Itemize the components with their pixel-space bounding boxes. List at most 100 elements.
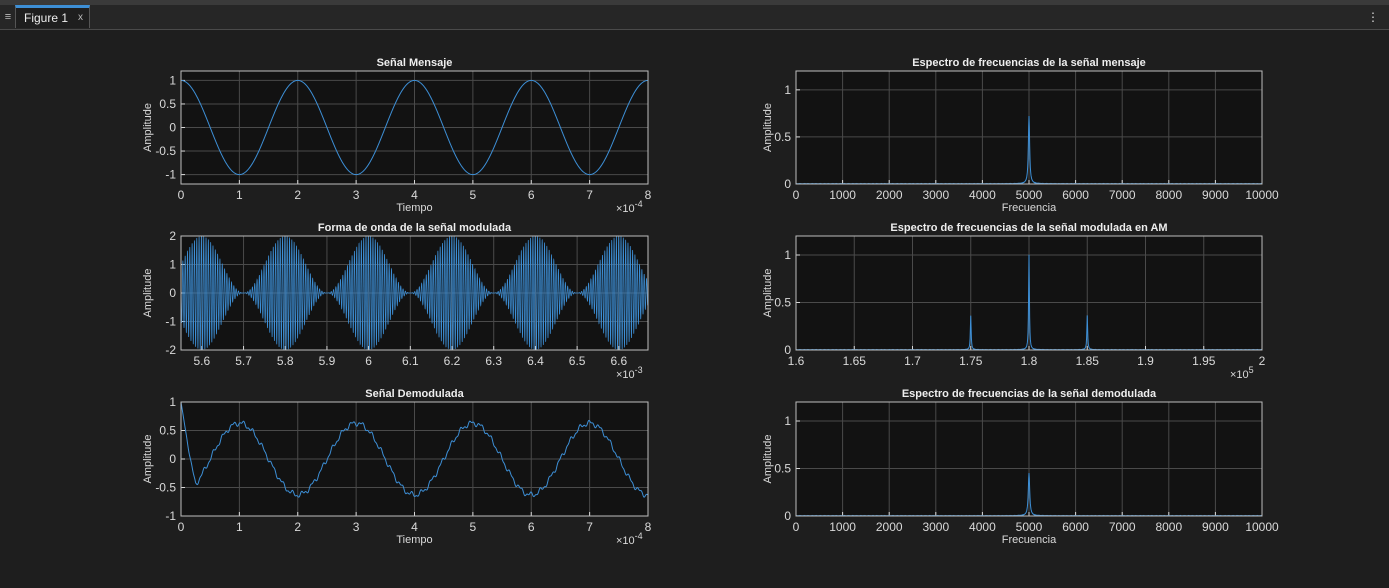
x-tick-label: 7000 [1109,520,1136,534]
y-tick-label: -1 [165,168,176,182]
x-tick-label: 7000 [1109,188,1136,202]
y-axis-label: Amplitude [142,435,154,484]
x-tick-label: 4 [411,520,418,534]
x-tick-label: 2 [294,520,301,534]
y-tick-label: 0 [784,343,791,357]
y-axis-label: Amplitude [762,103,774,152]
x-tick-label: 0 [793,520,800,534]
x-tick-label: 5.9 [319,354,336,368]
subplot-p3: 5.6 5.7 5.8 5.9 6 6.1 6.2 6.3 6.4 6.5 6.6 -2 -1 0 1 2 Fo… [142,222,649,381]
x-tick-label: 4000 [969,188,996,202]
x-tick-label: 3 [353,188,360,202]
x-tick-label: 10000 [1245,188,1279,202]
subplot-p4: 1.6 1.65 1.7 1.75 1.8 1.85 1.9 1.95 200.51Espect… [762,222,1266,381]
x-tick-label: 2000 [876,520,903,534]
x-tick-label: 3000 [922,188,949,202]
y-tick-label: 0 [784,177,791,191]
y-tick-label: 1 [169,73,176,87]
x-tick-label: 7 [586,188,593,202]
subplot-title: Espectro de frecuencias de la señal demo… [902,388,1157,400]
x-tick-label: 1 [236,188,243,202]
x-tick-label: 5.6 [194,354,211,368]
x-tick-label: 3000 [922,520,949,534]
x-tick-label: 0 [178,520,185,534]
y-tick-label: 2 [169,229,176,243]
x-tick-label: 3 [353,520,360,534]
x-tick-label: 5 [470,520,477,534]
y-tick-label: 1 [169,258,176,272]
subplot-p1: 0 1 2 3 4 5 6 7 8 -1 -0.5 0 0.5 1 Señal Mensaje Tiempo A… [142,57,652,215]
x-tick-label: 7 [586,520,593,534]
tab-menu-icon[interactable]: ≡ [2,8,14,26]
subplot-p5: 0 1 2 3 4 5 6 7 8 -1 -0.5 0 0.5 1 Señal Demodulada Tiem… [142,388,652,547]
x-axis-label: Tiempo [396,534,432,546]
subplot-title: Señal Demodulada [365,388,464,400]
x-tick-label: 6 [365,354,372,368]
x-tick-label: 0 [793,188,800,202]
x-tick-label: 5000 [1016,520,1043,534]
x-tick-label: 1.75 [959,354,983,368]
exponent-base: ×10 [616,203,635,215]
x-axis-label: Tiempo [396,202,432,214]
y-tick-label: 0 [169,121,176,135]
y-axis-label: Amplitude [142,103,154,152]
x-tick-label: 1000 [829,188,856,202]
y-tick-label: 0.5 [159,97,176,111]
y-tick-label: 1 [784,83,791,97]
x-tick-label: 4 [411,188,418,202]
y-tick-label: -0.5 [155,144,176,158]
x-tick-label: 6 [528,520,535,534]
exponent-power: -3 [635,365,643,375]
y-tick-label: 0.5 [774,130,791,144]
exponent-power: 5 [1249,365,1254,375]
x-tick-label: 8000 [1155,520,1182,534]
x-tick-label: 1.7 [904,354,921,368]
exponent-power: -4 [635,531,643,541]
y-tick-label: -1 [165,509,176,523]
x-tick-label: 6.3 [485,354,502,368]
y-axis-label: Amplitude [142,269,154,318]
subplot-p2: 0 1000 2000 3000 4000 5000 6000 7000 8000 9000 100… [762,57,1279,214]
tab-figure-1[interactable]: Figure 1 x [15,5,90,28]
y-tick-label: 1 [784,248,791,262]
x-tick-label: 6.5 [569,354,586,368]
subplot-title: Forma de onda de la señal modulada [318,222,512,234]
x-tick-label: 5.8 [277,354,294,368]
x-tick-label: 9000 [1202,188,1229,202]
x-tick-label: 8 [645,520,652,534]
x-tick-label: 1 [236,520,243,534]
figure-svg: 0 1 2 3 4 5 6 7 8 -1 -0.5 0 0.5 1 Señal Mensaje Tiempo A… [142,57,1279,547]
x-tick-label: 5.7 [235,354,252,368]
x-tick-label: 1.65 [843,354,867,368]
x-tick-label: 9000 [1202,520,1229,534]
x-tick-label: 1.9 [1137,354,1154,368]
subplot-title: Espectro de frecuencias de la señal mens… [912,57,1146,69]
y-tick-label: 0 [784,509,791,523]
y-axis-label: Amplitude [762,269,774,318]
subplot-title: Espectro de frecuencias de la señal modu… [890,222,1167,234]
x-tick-label: 5 [470,188,477,202]
tab-label: Figure 1 [24,11,69,25]
x-tick-label: 4000 [969,520,996,534]
x-tick-label: 6.6 [610,354,627,368]
tab-close-icon[interactable]: x [78,8,83,28]
x-tick-label: 8 [645,188,652,202]
x-tick-label: 6000 [1062,188,1089,202]
x-tick-label: 6.4 [527,354,544,368]
subplot-p6: 0 1000 2000 3000 4000 5000 6000 7000 8000 9000 100… [762,388,1279,546]
y-axis-label: Amplitude [762,435,774,484]
y-tick-label: 0 [169,452,176,466]
x-tick-label: 6000 [1062,520,1089,534]
x-axis-label: Frecuencia [1002,202,1057,214]
x-tick-label: 10000 [1245,520,1279,534]
x-tick-label: 0 [178,188,185,202]
y-tick-label: 0.5 [774,462,791,476]
y-tick-label: 0.5 [159,424,176,438]
y-tick-label: -2 [165,343,176,357]
y-tick-label: -0.5 [155,481,176,495]
x-tick-label: 2 [294,188,301,202]
subplot-title: Señal Mensaje [377,57,453,69]
vertical-dots-icon[interactable]: ⋮ [1367,8,1379,26]
exponent-base: ×10 [1230,369,1249,381]
x-tick-label: 5000 [1016,188,1043,202]
